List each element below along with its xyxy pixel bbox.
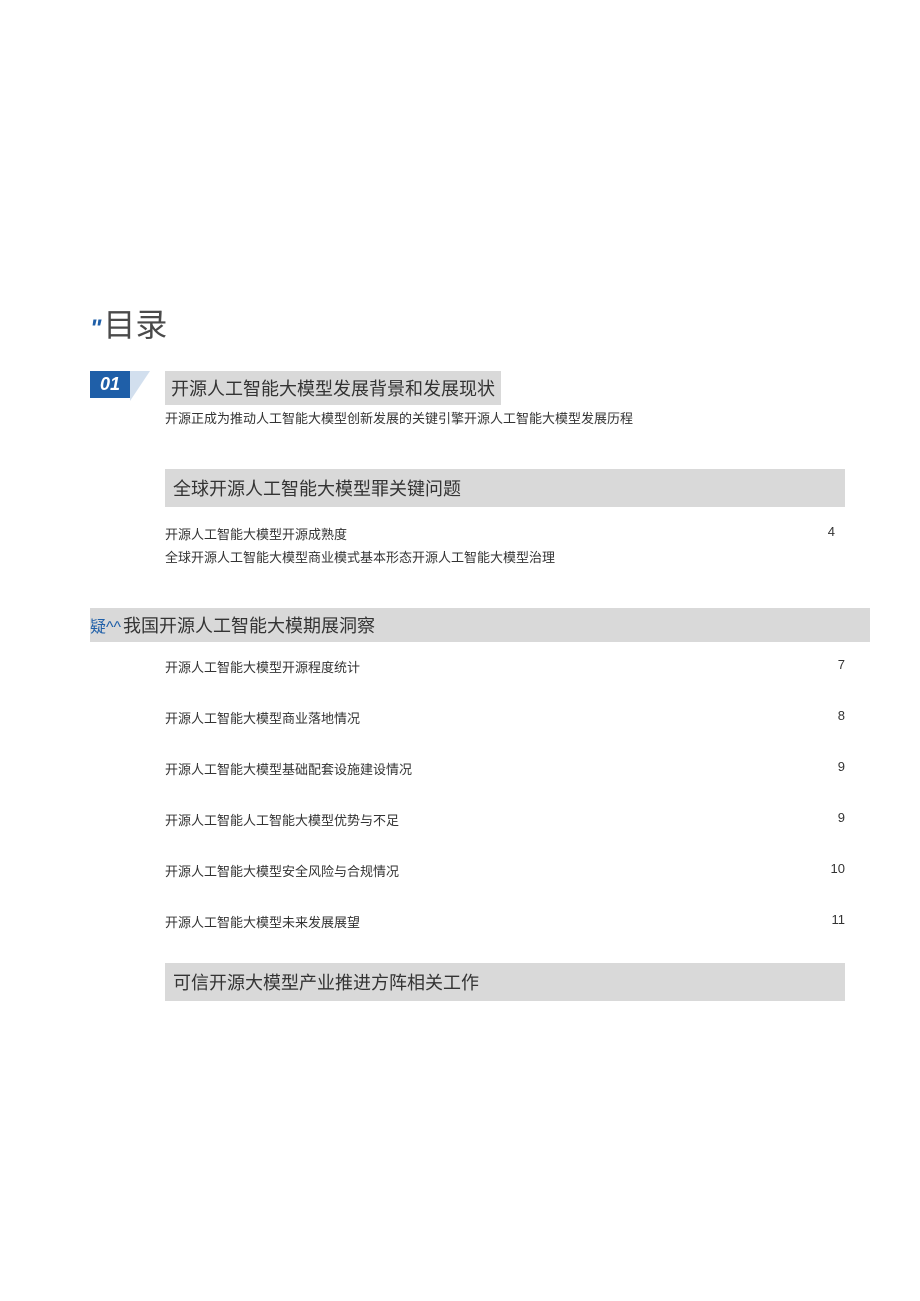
- toc-row: 开源人工智能大模型开源成熟度 4: [165, 522, 845, 545]
- section-2-heading: 全球开源人工智能大模型罪关键问题: [165, 469, 845, 507]
- section-3-header: 疑^^ 我国开源人工智能大模期展洞察: [90, 608, 870, 642]
- toc-page-num: [835, 547, 845, 566]
- toc-page-num: 9: [838, 759, 845, 778]
- toc-page-num: 9: [838, 810, 845, 829]
- page-title: 目录: [103, 300, 167, 346]
- toc-label: 开源人工智能大模型基础配套设施建设情况: [165, 759, 412, 778]
- toc-row: 开源人工智能大模型安全风险与合规情况 10: [165, 861, 845, 880]
- toc-row: 开源人工智能大模型未来发展展望 11: [165, 912, 845, 931]
- section-badge-01: 01: [90, 371, 130, 398]
- toc-row: 开源人工智能大模型基础配套设施建设情况 9: [165, 759, 845, 778]
- toc-page-num: 4: [828, 524, 845, 543]
- toc-page-num: 10: [831, 861, 845, 880]
- section-1-content: 开源人工智能大模型发展背景和发展现状 开源正成为推动人工智能大模型创新发展的关键…: [165, 371, 850, 429]
- toc-row: 开源人工智能大模型开源程度统计 7: [165, 657, 845, 676]
- section-1-heading: 开源人工智能大模型发展背景和发展现状: [165, 371, 501, 405]
- toc-label: 开源人工智能大模型安全风险与合规情况: [165, 861, 399, 880]
- section-3-body: 开源人工智能大模型开源程度统计 7 开源人工智能大模型商业落地情况 8 开源人工…: [165, 657, 850, 931]
- section-3-heading: 我国开源人工智能大模期展洞察: [123, 612, 375, 638]
- toc-label: 全球开源人工智能大模型商业模式基本形态开源人工智能大模型治理: [165, 547, 835, 566]
- section-3: 疑^^ 我国开源人工智能大模期展洞察 开源人工智能大模型开源程度统计 7 开源人…: [90, 608, 850, 931]
- section-3-prefix: 疑^^: [90, 613, 121, 637]
- document-page: " 目录 01 开源人工智能大模型发展背景和发展现状 开源正成为推动人工智能大模…: [0, 0, 920, 1001]
- section-1-subtext: 开源正成为推动人工智能大模型创新发展的关键引擎开源人工智能大模型发展历程: [165, 409, 850, 429]
- title-row: " 目录: [90, 300, 850, 346]
- toc-label: 开源人工智能大模型商业落地情况: [165, 708, 360, 727]
- toc-label: 开源人工智能大模型开源成熟度: [165, 524, 828, 543]
- toc-row: 开源人工智能大模型商业落地情况 8: [165, 708, 845, 727]
- toc-label: 开源人工智能大模型未来发展展望: [165, 912, 360, 931]
- section-1: 01 开源人工智能大模型发展背景和发展现状 开源正成为推动人工智能大模型创新发展…: [90, 371, 850, 429]
- quote-mark: ": [90, 315, 101, 343]
- section-2-body: 开源人工智能大模型开源成熟度 4 全球开源人工智能大模型商业模式基本形态开源人工…: [165, 522, 850, 568]
- toc-row: 全球开源人工智能大模型商业模式基本形态开源人工智能大模型治理: [165, 545, 845, 568]
- toc-page-num: 11: [832, 912, 846, 931]
- toc-page-num: 7: [838, 657, 845, 676]
- section-4: 可信开源大模型产业推进方阵相关工作: [165, 963, 850, 1001]
- section-2: 全球开源人工智能大模型罪关键问题 开源人工智能大模型开源成熟度 4 全球开源人工…: [165, 469, 850, 568]
- section-4-heading: 可信开源大模型产业推进方阵相关工作: [165, 963, 845, 1001]
- toc-label: 开源人工智能人工智能大模型优势与不足: [165, 810, 399, 829]
- toc-page-num: 8: [838, 708, 845, 727]
- toc-label: 开源人工智能大模型开源程度统计: [165, 657, 360, 676]
- toc-row: 开源人工智能人工智能大模型优势与不足 9: [165, 810, 845, 829]
